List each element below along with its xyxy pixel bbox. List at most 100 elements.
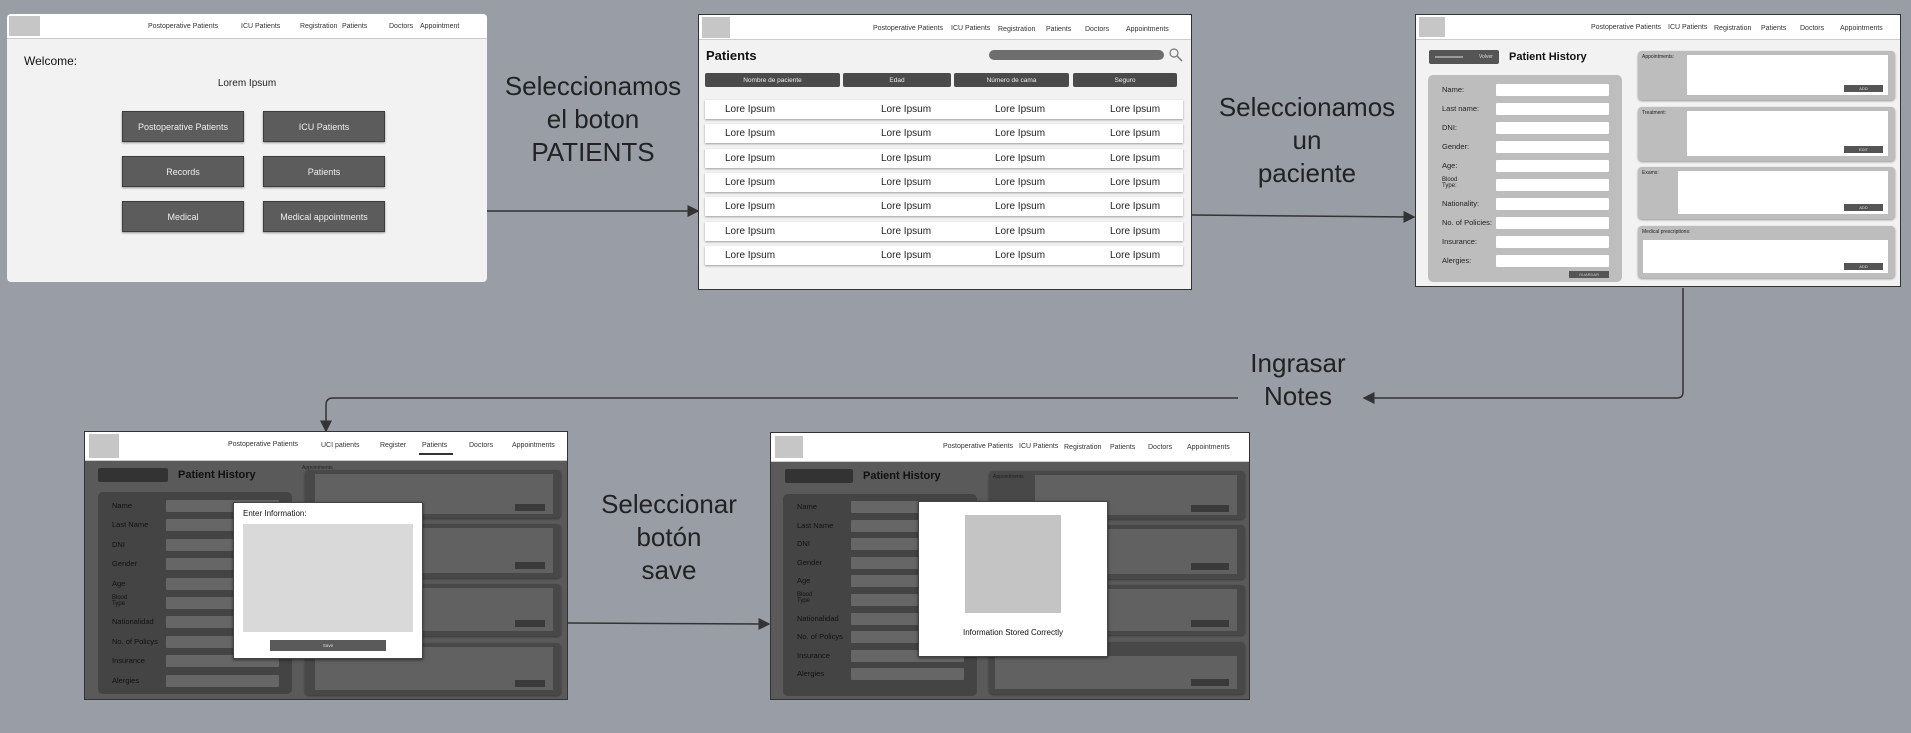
add-exam-button[interactable]: ADD (1844, 204, 1883, 211)
form-input[interactable] (851, 668, 964, 681)
logo (775, 436, 803, 458)
medical-appointments-button[interactable]: Medical appointments (263, 201, 385, 232)
nav-register[interactable]: Register (380, 442, 406, 449)
nav-postoperative[interactable]: Postoperative Patients (148, 23, 218, 30)
nav-icu[interactable]: ICU Patients (241, 23, 280, 30)
form-input[interactable] (1496, 255, 1609, 267)
nav-icu[interactable]: ICU Patients (1668, 24, 1707, 31)
nav-patients[interactable]: Patients (1110, 444, 1135, 451)
column-header-bed[interactable]: Número de cama (954, 73, 1069, 87)
nav-postoperative[interactable]: Postoperative Patients (1591, 24, 1661, 31)
postoperative-patients-button[interactable]: Postoperative Patients (122, 111, 244, 142)
table-row[interactable]: Lore Ipsum Lore Ipsum Lore Ipsum Lore Ipsum (705, 172, 1183, 192)
nav-doctors[interactable]: Doctors (1148, 444, 1172, 451)
table-cell: Lore Ipsum (725, 176, 776, 188)
column-header-insurance[interactable]: Seguro (1073, 73, 1177, 87)
back-button[interactable]: Volver (1429, 50, 1499, 64)
form-input[interactable] (1496, 84, 1609, 96)
icu-patients-button[interactable]: ICU Patients (263, 111, 385, 142)
table-row[interactable]: Lore Ipsum Lore Ipsum Lore Ipsum Lore Ipsum (705, 245, 1183, 265)
nav-postoperative[interactable]: Postoperative Patients (943, 443, 1013, 450)
top-nav: Postoperative Patients ICU Patients Regi… (771, 433, 1249, 462)
table-cell: Lore Ipsum (1110, 128, 1161, 140)
table-row[interactable]: Lore Ipsum Lore Ipsum Lore Ipsum Lore Ipsum (705, 221, 1183, 241)
table-cell: Lore Ipsum (995, 152, 1046, 164)
table-row[interactable]: Lore Ipsum Lore Ipsum Lore Ipsum Lore Ipsum (705, 197, 1183, 217)
medical-button[interactable]: Medical (122, 201, 244, 232)
save-button[interactable]: GUARDAR (1569, 271, 1609, 278)
table-cell: Lore Ipsum (995, 225, 1046, 237)
table-cell: Lore Ipsum (725, 249, 776, 261)
nav-patients[interactable]: Patients (1761, 25, 1786, 32)
nav-appointments[interactable]: Appointments (512, 442, 555, 449)
nav-registration[interactable]: Registration (300, 23, 337, 30)
form-input[interactable] (1496, 179, 1609, 191)
add-exam-button[interactable] (515, 620, 545, 627)
form-input[interactable] (1496, 217, 1609, 229)
add-appointment-button[interactable]: ADD (1844, 85, 1883, 92)
table-row[interactable]: Lore Ipsum Lore Ipsum Lore Ipsum Lore Ipsum (705, 100, 1183, 119)
card-label: Appointments (993, 474, 1024, 480)
nav-appointment[interactable]: Appointment (420, 23, 459, 30)
field-label: Insurance: (1442, 237, 1478, 246)
nav-uci[interactable]: UCI patients (321, 442, 360, 449)
table-cell: Lore Ipsum (881, 201, 932, 213)
patient-form: Name: Last name: DNI: Gender: Age: Blood Type… (1428, 75, 1622, 282)
edit-treatment-button[interactable]: EDIT (1844, 146, 1883, 153)
arrow-history-to-notes (1362, 288, 1684, 404)
column-header-name[interactable]: Nombre de paciente (705, 73, 840, 87)
table-cell: Lore Ipsum (1110, 104, 1161, 115)
nav-doctors[interactable]: Doctors (469, 442, 493, 449)
add-appointment-button[interactable] (1191, 505, 1229, 512)
nav-postoperative[interactable]: Postoperative Patients (228, 441, 298, 448)
nav-appointments[interactable]: Appointments (1840, 25, 1883, 32)
nav-patients[interactable]: Patients (342, 23, 367, 30)
nav-registration[interactable]: Registration (1714, 25, 1751, 32)
notes-textarea[interactable] (243, 524, 413, 632)
form-input[interactable] (1496, 236, 1609, 248)
nav-registration[interactable]: Registration (1064, 444, 1101, 451)
patients-button[interactable]: Patients (263, 156, 385, 187)
nav-icu[interactable]: ICU Patients (1019, 443, 1058, 450)
nav-registration[interactable]: Registration (998, 26, 1035, 33)
form-input[interactable] (166, 674, 279, 687)
active-tab-indicator (419, 453, 453, 455)
form-input[interactable] (1496, 122, 1609, 134)
table-row[interactable]: Lore Ipsum Lore Ipsum Lore Ipsum Lore Ipsum (705, 148, 1183, 168)
search-icon[interactable] (1169, 48, 1183, 62)
caption-line: Notes (1264, 381, 1332, 411)
card-label: Exams: (1642, 170, 1659, 176)
nav-doctors[interactable]: Doctors (1085, 26, 1109, 33)
form-input[interactable] (1496, 198, 1609, 210)
back-button[interactable] (785, 469, 853, 483)
add-prescription-button[interactable]: ADD (1844, 263, 1883, 270)
search-input[interactable] (989, 50, 1164, 60)
nav-postoperative[interactable]: Postoperative Patients (873, 25, 943, 32)
caption-select-patients: Seleccionamos el boton PATIENTS (483, 70, 703, 169)
nav-doctors[interactable]: Doctors (389, 23, 413, 30)
records-button[interactable]: Records (122, 156, 244, 187)
nav-patients[interactable]: Patients (422, 442, 447, 449)
back-button[interactable] (98, 468, 168, 482)
modal-title: Enter Information: (243, 509, 307, 518)
add-exam-button[interactable] (1191, 620, 1229, 627)
form-input[interactable] (1496, 141, 1609, 153)
modal-save-button[interactable]: Save (270, 640, 386, 651)
add-prescription-button[interactable] (1191, 679, 1229, 686)
nav-patients[interactable]: Patients (1046, 26, 1071, 33)
form-input[interactable] (1496, 103, 1609, 115)
card-label: Medical prescriptions: (1642, 229, 1691, 235)
field-label: Insurance (112, 656, 145, 666)
form-input[interactable] (1496, 160, 1609, 172)
nav-icu[interactable]: ICU Patients (951, 25, 990, 32)
nav-appointments[interactable]: Appointments (1126, 26, 1169, 33)
success-image-placeholder (965, 515, 1061, 613)
nav-doctors[interactable]: Doctors (1800, 25, 1824, 32)
edit-treatment-button[interactable] (515, 562, 545, 569)
table-row[interactable]: Lore Ipsum Lore Ipsum Lore Ipsum Lore Ipsum (705, 124, 1183, 144)
nav-appointments[interactable]: Appointments (1187, 444, 1230, 451)
add-prescription-button[interactable] (515, 680, 545, 687)
add-appointment-button[interactable] (515, 504, 545, 511)
edit-treatment-button[interactable] (1191, 563, 1229, 570)
column-header-age[interactable]: Edad (843, 73, 951, 87)
